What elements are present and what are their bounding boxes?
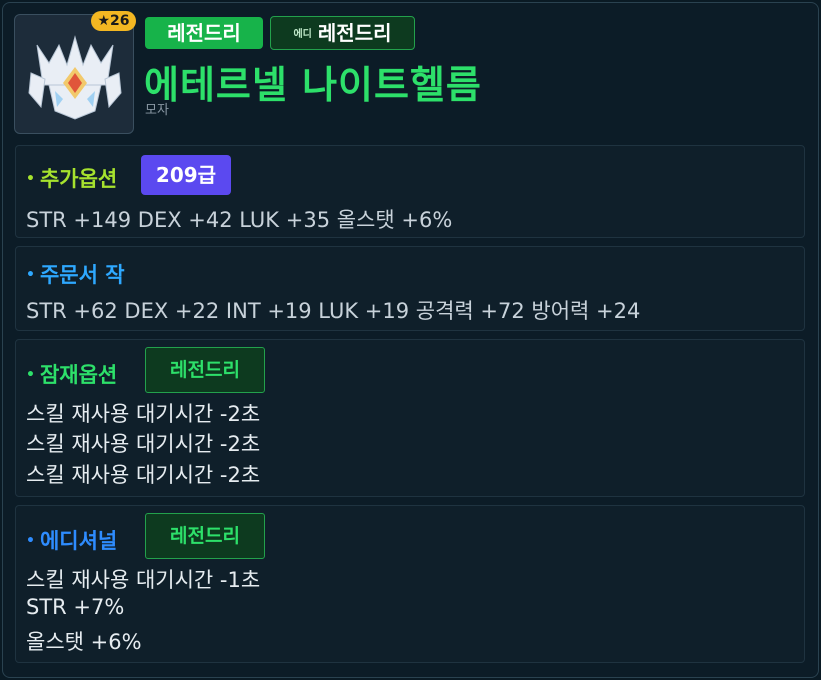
bonus-option-line: STR +149 DEX +42 LUK +35 올스탯 +6%	[26, 208, 453, 232]
additional-line: STR +7%	[26, 595, 125, 619]
scroll-section: • 주문서 작 STR +62 DEX +22 INT +19 LUK +19 공…	[15, 246, 805, 331]
scroll-line: STR +62 DEX +22 INT +19 LUK +19 공격력 +72 …	[26, 299, 641, 323]
additional-grade-label: 레전드리	[317, 21, 392, 45]
item-image	[14, 14, 134, 134]
bonus-option-section: • 추가옵션 209급 STR +149 DEX +42 LUK +35 올스탯 …	[15, 145, 805, 238]
potential-title: • 잠재옵션	[26, 363, 118, 387]
additional-prefix: 에디	[293, 29, 312, 40]
potential-grade-tag: 레전드리	[145, 347, 265, 393]
additional-grade-tag-section: 레전드리	[145, 513, 265, 559]
helmet-icon	[28, 35, 122, 120]
item-type: 모자	[145, 103, 169, 118]
potential-line: 스킬 재사용 대기시간 -2초	[26, 432, 261, 456]
bonus-option-title: • 추가옵션	[26, 167, 118, 191]
bonus-grade-badge: 209급	[141, 155, 231, 195]
additional-line: 스킬 재사용 대기시간 -1초	[26, 568, 261, 592]
potential-line: 스킬 재사용 대기시간 -2초	[26, 402, 261, 426]
item-name: 에테르넬 나이트헬름	[144, 63, 482, 107]
additional-grade-tag: 에디 레전드리	[270, 16, 415, 50]
potential-section: • 잠재옵션 레전드리 스킬 재사용 대기시간 -2초 스킬 재사용 대기시간 -…	[15, 339, 805, 497]
star-force-badge: ★26	[91, 11, 136, 31]
scroll-title: • 주문서 작	[26, 263, 125, 287]
item-grade-tag: 레전드리	[145, 17, 263, 49]
potential-line: 스킬 재사용 대기시간 -2초	[26, 463, 261, 487]
additional-line: 올스탯 +6%	[26, 630, 142, 654]
additional-title: • 에디셔널	[26, 529, 118, 553]
additional-section: • 에디셔널 레전드리 스킬 재사용 대기시간 -1초 STR +7% 올스탯 +…	[15, 505, 805, 663]
